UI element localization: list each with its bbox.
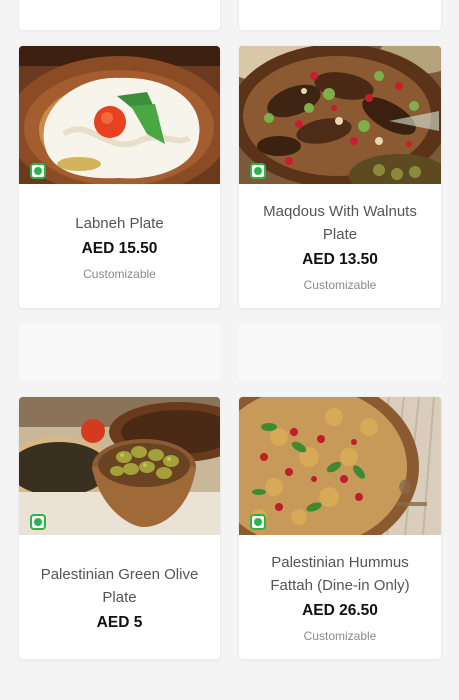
item-name: Labneh Plate bbox=[75, 214, 164, 232]
item-price: AED 5 bbox=[96, 613, 143, 631]
item-price: AED 26.50 bbox=[302, 602, 378, 619]
customizable-label: Customizable bbox=[83, 266, 156, 281]
item-name: Palestinian Hummus Fattah (Dine-in Only) bbox=[270, 554, 410, 594]
veg-indicator-icon bbox=[250, 514, 266, 530]
veg-indicator-icon bbox=[30, 514, 46, 530]
menu-item-card[interactable]: Maqdous With Walnuts Plate AED 13.50 Cus… bbox=[239, 46, 441, 308]
section-spacer bbox=[19, 325, 220, 380]
menu-item-card[interactable]: Palestinian Green Olive Plate AED 5 bbox=[19, 397, 220, 659]
menu-item-card[interactable]: Palestinian Hummus Fattah (Dine-in Only)… bbox=[239, 397, 441, 659]
item-price: AED 13.50 bbox=[302, 251, 378, 268]
section-spacer bbox=[239, 325, 441, 380]
menu-card-partial[interactable] bbox=[239, 0, 441, 30]
veg-indicator-icon bbox=[30, 163, 46, 179]
green-olive-plate-photo bbox=[19, 397, 220, 535]
hummus-fattah-photo bbox=[239, 397, 441, 535]
maqdous-plate-photo bbox=[239, 46, 441, 184]
menu-card-partial[interactable] bbox=[19, 0, 220, 30]
item-name: Maqdous With Walnuts Plate bbox=[263, 203, 417, 243]
item-name: Palestinian Green Olive Plate bbox=[40, 565, 199, 606]
item-price: AED 15.50 bbox=[81, 239, 158, 257]
customizable-label: Customizable bbox=[303, 629, 377, 643]
customizable-label: Customizable bbox=[303, 278, 377, 292]
menu-item-card[interactable]: Labneh Plate AED 15.50 Customizable bbox=[19, 46, 220, 308]
labneh-plate-photo bbox=[19, 46, 220, 184]
menu-grid: Labneh Plate AED 15.50 Customizable Maqd… bbox=[0, 0, 459, 700]
veg-indicator-icon bbox=[250, 163, 266, 179]
